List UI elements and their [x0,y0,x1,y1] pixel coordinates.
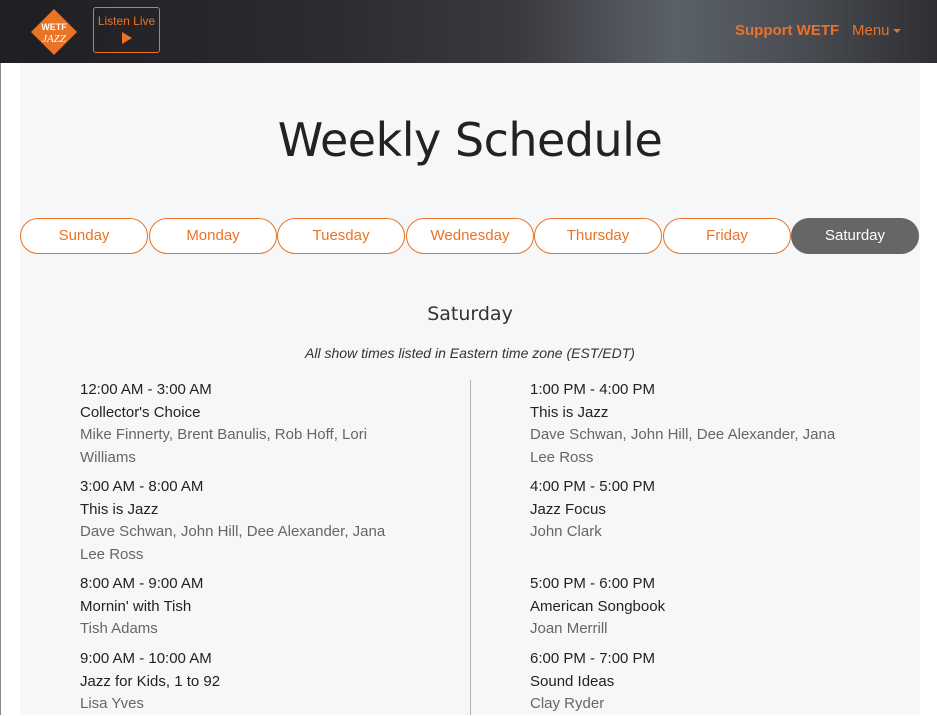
schedule-slot: 6:00 PM - 7:00 PM Sound Ideas Clay Ryder [530,648,860,716]
svg-text:WETF: WETF [41,22,67,32]
tab-monday[interactable]: Monday [149,218,277,254]
slot-hosts: John Clark [530,523,602,540]
tab-saturday[interactable]: Saturday [791,218,919,254]
slot-time: 12:00 AM - 3:00 AM [80,381,212,398]
tab-tuesday[interactable]: Tuesday [277,218,405,254]
slot-time: 8:00 AM - 9:00 AM [80,575,204,592]
slot-show-name: Collector's Choice [80,403,201,421]
timezone-note: All show times listed in Eastern time zo… [305,345,635,361]
slot-hosts: Dave Schwan, John Hill, Dee Alexander, J… [80,523,386,563]
slot-time: 6:00 PM - 7:00 PM [530,650,656,667]
slot-time: 9:00 AM - 10:00 AM [80,650,212,667]
schedule-slot: 5:00 PM - 6:00 PM American Songbook Joan… [530,573,860,641]
schedule-slot: 3:00 AM - 8:00 AM This is Jazz Dave Schw… [80,476,410,566]
wetf-jazz-logo[interactable]: WETF JAZZ [30,8,78,56]
schedule-content: Weekly Schedule Sunday Monday Tuesday We… [20,63,920,715]
slot-show-name: Sound Ideas [530,672,615,690]
listen-live-button[interactable]: Listen Live [93,7,160,53]
schedule-slot: 9:00 AM - 10:00 AM Jazz for Kids, 1 to 9… [80,648,410,716]
slot-hosts: Mike Finnerty, Brent Banulis, Rob Hoff, … [80,426,368,466]
slot-hosts: Joan Merrill [530,620,608,637]
slot-hosts: Clay Ryder [530,695,605,712]
caret-down-icon [892,29,901,34]
tab-sunday[interactable]: Sunday [20,218,148,254]
listen-live-label: Listen Live [97,14,156,28]
svg-text:JAZZ: JAZZ [42,33,67,45]
page-title: Weekly Schedule [277,113,663,167]
slot-show-name: Jazz Focus [530,500,606,518]
slot-hosts: Lisa Yves [80,695,144,712]
slot-time: 3:00 AM - 8:00 AM [80,478,204,495]
slot-time: 1:00 PM - 4:00 PM [530,381,656,398]
play-icon [121,32,132,44]
day-heading: Saturday [427,303,513,325]
menu-dropdown-toggle[interactable]: Menu [852,22,901,39]
slot-show-name: This is Jazz [530,403,609,421]
column-divider [470,380,471,715]
slot-hosts: Tish Adams [80,620,158,637]
slot-show-name: This is Jazz [80,500,159,518]
slot-show-name: Mornin' with Tish [80,597,192,615]
slot-hosts: Dave Schwan, John Hill, Dee Alexander, J… [530,426,836,466]
schedule-slot: 1:00 PM - 4:00 PM This is Jazz Dave Schw… [530,379,860,469]
support-wetf-link[interactable]: Support WETF [735,22,839,39]
menu-label: Menu [852,22,890,39]
slot-show-name: American Songbook [530,597,666,615]
tab-thursday[interactable]: Thursday [534,218,662,254]
schedule-slot: 8:00 AM - 9:00 AM Mornin' with Tish Tish… [80,573,410,641]
tab-friday[interactable]: Friday [663,218,791,254]
day-tabs: Sunday Monday Tuesday Wednesday Thursday… [20,218,920,254]
tab-wednesday[interactable]: Wednesday [406,218,534,254]
slot-show-name: Jazz for Kids, 1 to 92 [80,672,221,690]
page-edge-line [0,63,1,715]
top-navbar: WETF JAZZ Listen Live Support WETF Menu [0,0,937,63]
schedule-slot: 4:00 PM - 5:00 PM Jazz Focus John Clark [530,476,860,544]
slot-time: 5:00 PM - 6:00 PM [530,575,656,592]
schedule-slot: 12:00 AM - 3:00 AM Collector's Choice Mi… [80,379,410,469]
slot-time: 4:00 PM - 5:00 PM [530,478,656,495]
